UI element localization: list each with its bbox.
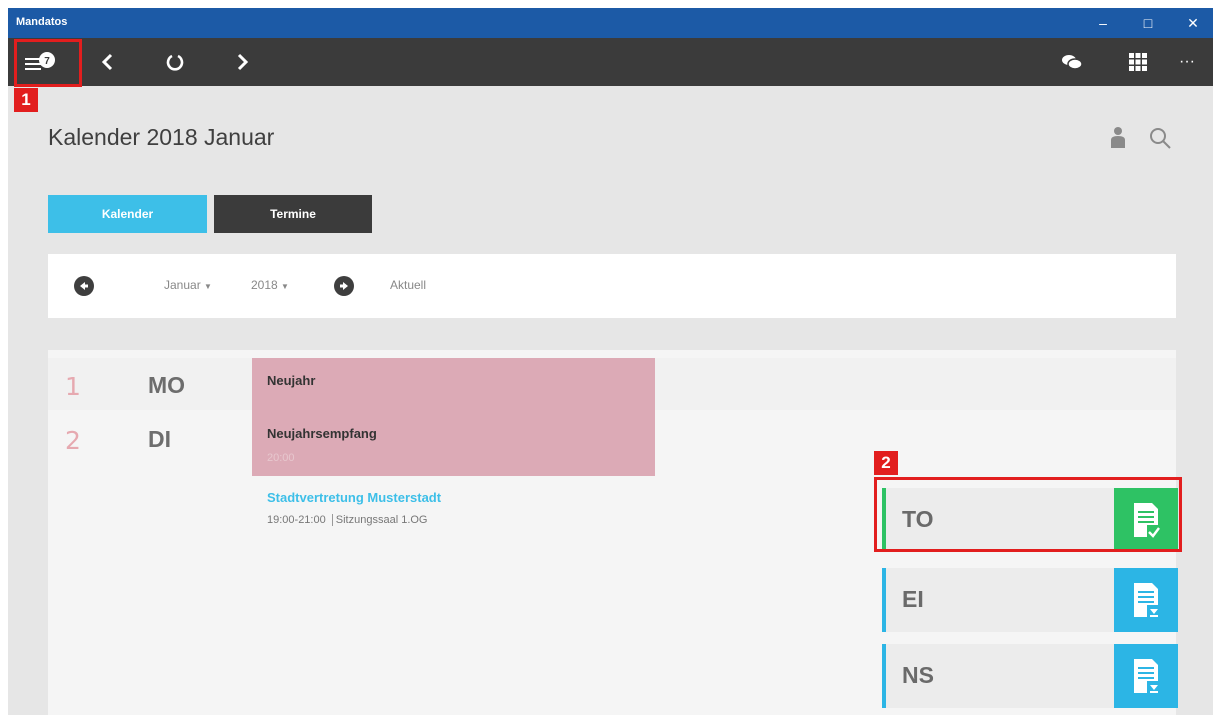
event-stadtvertretung[interactable]: Stadtvertretung Musterstadt 19:00-21:00 …: [252, 486, 672, 532]
event-time: 19:00-21:00: [267, 514, 326, 526]
day-number: 1: [65, 372, 81, 401]
callout-box-2: [874, 477, 1182, 552]
day-name: DI: [148, 426, 171, 452]
document-ns[interactable]: NS: [882, 644, 1178, 708]
event-title: Neujahr: [267, 373, 316, 388]
page-title: Kalender 2018 Januar: [48, 124, 275, 150]
chat-icon: [1062, 55, 1083, 70]
arrow-left-icon: [80, 282, 88, 290]
month-value: Januar: [164, 278, 201, 292]
back-button[interactable]: [84, 38, 132, 86]
document-download-icon[interactable]: [1114, 644, 1178, 708]
event-title: Stadtvertretung Musterstadt: [267, 490, 442, 505]
document-ei[interactable]: EI: [882, 568, 1178, 632]
minimize-button[interactable]: ‒: [1083, 8, 1123, 38]
forward-button[interactable]: [218, 38, 266, 86]
refresh-icon: [166, 54, 184, 71]
document-stripe: [882, 644, 886, 708]
year-select[interactable]: 2018 ▼: [251, 278, 289, 292]
maximize-button[interactable]: □: [1128, 8, 1168, 38]
callout-number-1: 1: [14, 88, 38, 112]
chevron-down-icon: ▼: [204, 282, 212, 291]
previous-month-button[interactable]: [74, 276, 94, 296]
chat-button[interactable]: [1048, 38, 1096, 86]
refresh-button[interactable]: [151, 38, 199, 86]
day-name: MO: [148, 372, 186, 398]
document-download-icon[interactable]: [1114, 568, 1178, 632]
document-stripe: [882, 568, 886, 632]
event-neujahr[interactable]: Neujahr: [252, 358, 655, 410]
callout-number-2: 2: [874, 451, 898, 475]
document-label: NS: [902, 662, 934, 688]
event-neujahrsempfang[interactable]: Neujahrsempfang 20:00: [252, 410, 655, 476]
event-location: Sitzungssaal 1.OG: [335, 514, 428, 526]
user-button[interactable]: [1110, 126, 1126, 155]
chevron-left-icon: [101, 53, 113, 71]
event-details: 19:00-21:00 Sitzungssaal 1.OG: [267, 514, 428, 526]
tab-termine[interactable]: Termine: [214, 195, 372, 233]
apps-button[interactable]: [1114, 38, 1162, 86]
user-icon: [1111, 127, 1125, 148]
year-value: 2018: [251, 278, 278, 292]
chevron-right-icon: [237, 53, 249, 71]
search-icon: [1150, 128, 1171, 149]
window-title: Mandatos: [16, 16, 68, 28]
close-button[interactable]: ✕: [1173, 8, 1213, 38]
current-button[interactable]: Aktuell: [390, 278, 426, 292]
calendar-navigation: Januar ▼ 2018 ▼ Aktuell: [48, 254, 1176, 318]
callout-box-1: [14, 39, 82, 87]
chevron-down-icon: ▼: [281, 282, 289, 291]
event-title: Neujahrsempfang: [267, 426, 377, 441]
document-label: EI: [902, 586, 924, 612]
day-number: 2: [65, 426, 81, 455]
app-window: Mandatos ‒ □ ✕ 7 ··· 1 Kalender 2018 Jan…: [8, 8, 1213, 715]
grid-icon: [1129, 53, 1147, 71]
tab-kalender[interactable]: Kalender: [48, 195, 207, 233]
title-bar: Mandatos ‒ □ ✕: [8, 8, 1213, 38]
search-button[interactable]: [1148, 126, 1172, 155]
month-select[interactable]: Januar ▼: [164, 278, 212, 292]
more-button[interactable]: ···: [1163, 38, 1211, 86]
next-month-button[interactable]: [334, 276, 354, 296]
arrow-right-icon: [340, 282, 348, 290]
event-time: 20:00: [267, 452, 295, 464]
toolbar: 7 ···: [8, 38, 1213, 86]
